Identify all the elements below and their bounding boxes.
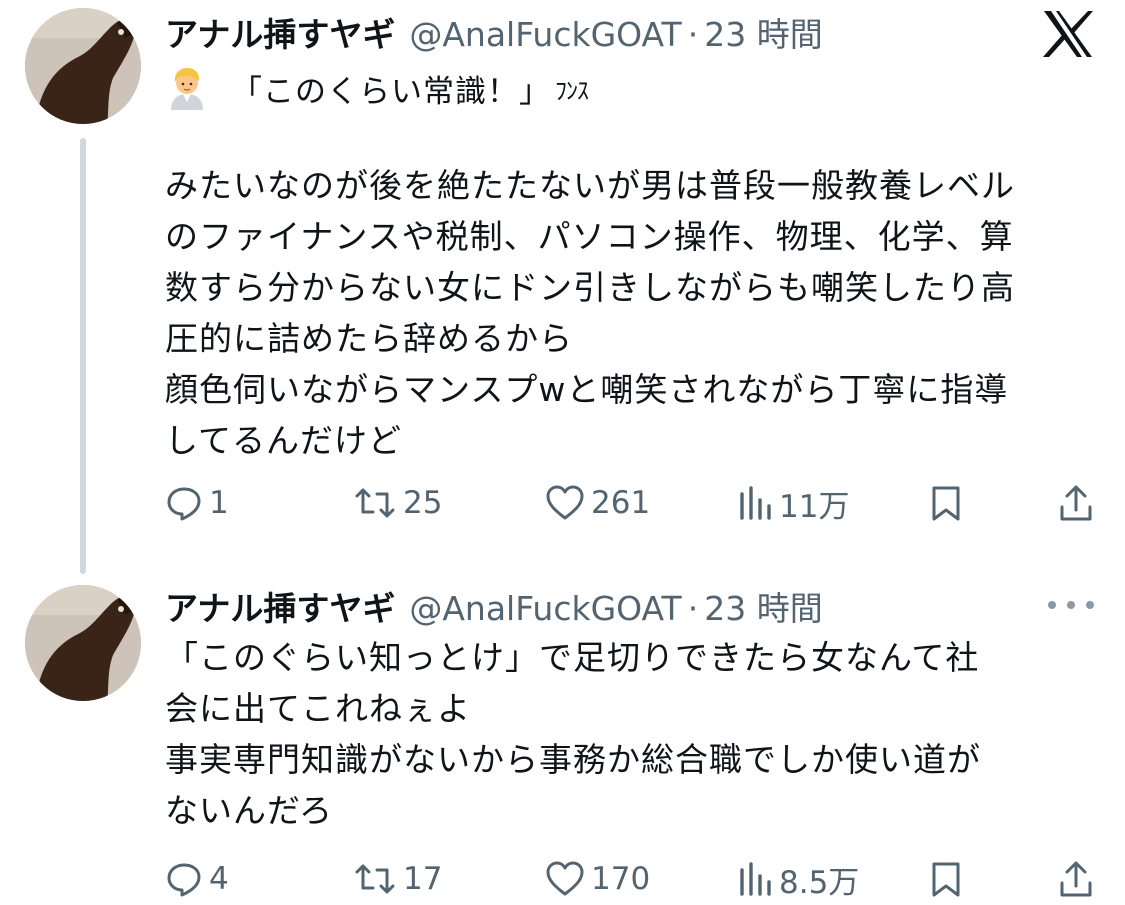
like-button[interactable]: 170 bbox=[545, 857, 650, 901]
repost-icon bbox=[355, 488, 395, 518]
views-count: 8.5万 bbox=[779, 864, 860, 901]
tweet-text-line: ないんだろ bbox=[165, 791, 334, 830]
share-icon bbox=[1060, 861, 1092, 897]
tweet-text-line: してるんだけど bbox=[165, 421, 403, 460]
more-options-icon[interactable] bbox=[1048, 590, 1094, 620]
like-count: 170 bbox=[591, 861, 651, 897]
tweet-header: アナル挿すヤギ @AnalFuckGOAT · 23 時間 bbox=[165, 8, 823, 56]
reply-count: 1 bbox=[209, 485, 229, 521]
reply-button[interactable]: 1 bbox=[165, 481, 229, 525]
views-count: 11万 bbox=[779, 488, 850, 525]
repost-button[interactable]: 25 bbox=[353, 481, 442, 525]
bookmark-icon bbox=[932, 486, 960, 521]
trailing-text: ﾌﾝｽ bbox=[555, 76, 589, 105]
bookmark-button[interactable] bbox=[929, 857, 969, 901]
tweet-text-line: 圧的に詰めたら辞めるから bbox=[165, 319, 573, 358]
avatar[interactable] bbox=[25, 8, 141, 124]
tweet-text-line: のファイナンスや税制、パソコン操作、物理、化学、算 bbox=[165, 217, 1014, 256]
tweet-text-line: 数すら分からない女にドン引きしながらも嘲笑したり高 bbox=[165, 268, 1015, 307]
share-icon bbox=[1060, 485, 1092, 521]
reply-count: 4 bbox=[209, 861, 229, 897]
tweet-text-line: 顔色伺いながらマンスプwと嘲笑されながら丁寧に指導 bbox=[165, 370, 1009, 409]
reply-icon bbox=[167, 863, 201, 897]
reply-button[interactable]: 4 bbox=[165, 857, 229, 901]
display-name[interactable]: アナル挿すヤギ bbox=[165, 582, 395, 630]
views-button[interactable]: 8.5万 bbox=[737, 857, 859, 901]
like-button[interactable]: 261 bbox=[545, 481, 650, 525]
display-name[interactable]: アナル挿すヤギ bbox=[165, 8, 395, 56]
tweet-first-line: 「このくらい常識！」 ﾌﾝｽ bbox=[165, 66, 589, 110]
repost-icon bbox=[355, 864, 395, 894]
separator: · bbox=[687, 15, 699, 54]
tweet-text-line: 事実専門知識がないから事務か総合職でしか使い道が bbox=[165, 740, 981, 779]
share-button[interactable] bbox=[1058, 481, 1100, 525]
analytics-icon bbox=[740, 862, 771, 896]
x-logo-icon[interactable] bbox=[1040, 8, 1096, 60]
avatar[interactable] bbox=[25, 585, 141, 701]
heart-icon bbox=[546, 485, 584, 520]
share-button[interactable] bbox=[1058, 857, 1100, 901]
quote-text: 「このくらい常識！」 bbox=[231, 73, 551, 110]
man-blond-emoji bbox=[165, 66, 209, 110]
bookmark-button[interactable] bbox=[929, 481, 969, 525]
tweet-text-line: 「このぐらい知っとけ」で足切りできたら女なんて社 bbox=[165, 638, 980, 677]
tweet-header: アナル挿すヤギ @AnalFuckGOAT · 23 時間 bbox=[165, 582, 823, 630]
timestamp[interactable]: 23 時間 bbox=[704, 582, 822, 630]
timestamp[interactable]: 23 時間 bbox=[704, 8, 822, 56]
bookmark-icon bbox=[932, 862, 960, 897]
repost-button[interactable]: 17 bbox=[353, 857, 442, 901]
user-handle[interactable]: @AnalFuckGOAT bbox=[409, 15, 681, 54]
tweet-actions: 4 17 170 8.5万 bbox=[165, 857, 1095, 901]
user-handle[interactable]: @AnalFuckGOAT bbox=[409, 589, 681, 628]
tweet-text-line: 会に出てこれねぇよ bbox=[165, 689, 471, 728]
tweet-actions: 1 25 261 11万 bbox=[165, 481, 1095, 525]
views-button[interactable]: 11万 bbox=[737, 481, 849, 525]
thread-connector bbox=[80, 138, 86, 574]
tweet-text: みたいなのが後を絶たたないが男は普段一般教養レベル のファイナンスや税制、パソコ… bbox=[165, 160, 1015, 466]
heart-icon bbox=[546, 861, 584, 896]
repost-count: 17 bbox=[403, 861, 443, 897]
analytics-icon bbox=[740, 486, 771, 520]
tweet-text-line: みたいなのが後を絶たたないが男は普段一般教養レベル bbox=[165, 166, 1015, 205]
repost-count: 25 bbox=[403, 485, 443, 521]
tweet-text: 「このぐらい知っとけ」で足切りできたら女なんて社 会に出てこれねぇよ 事実専門知… bbox=[165, 632, 981, 836]
reply-icon bbox=[167, 487, 201, 521]
like-count: 261 bbox=[591, 485, 651, 521]
separator: · bbox=[687, 589, 699, 628]
